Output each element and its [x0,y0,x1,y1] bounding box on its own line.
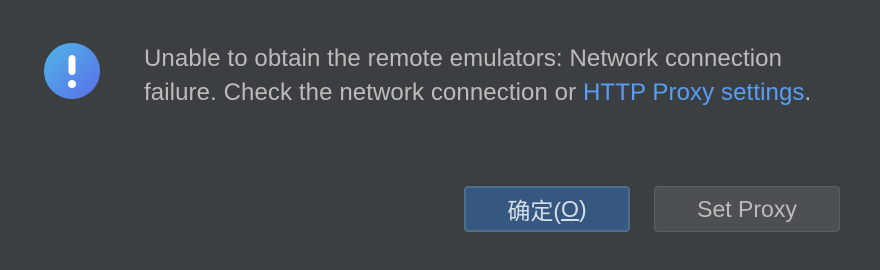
ok-button-mnemonic: O [561,195,579,222]
ok-button[interactable]: 确定(O) [464,186,630,232]
set-proxy-button[interactable]: Set Proxy [654,186,840,232]
ok-button-label-close: ) [578,195,587,222]
message-period: . [804,79,812,106]
exclamation-icon [44,43,100,99]
error-message: Unable to obtain the remote emulators: N… [144,42,844,110]
error-dialog: Unable to obtain the remote emulators: N… [0,0,880,270]
set-proxy-button-label: Set Proxy [697,195,797,222]
http-proxy-settings-link[interactable]: HTTP Proxy settings [583,79,805,106]
ok-button-label: 确定( [507,198,562,224]
